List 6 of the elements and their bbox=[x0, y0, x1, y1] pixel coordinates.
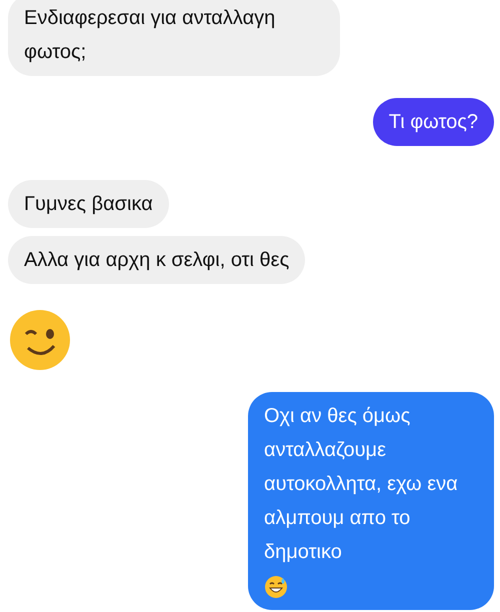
message-bubble: Αλλα για αρχη κ σελφι, οτι θες bbox=[8, 236, 306, 284]
message-bubble: Τι φωτος? bbox=[372, 98, 494, 146]
message-bubble: Ενδιαφερεσαι για ανταλλαγη φωτος; bbox=[8, 0, 340, 76]
message-bubble: Γυμνες βασικα bbox=[8, 180, 169, 228]
winking-emoji-icon bbox=[8, 308, 72, 372]
message-bubble: Οχι αν θες όμως ανταλλαζουμε αυτοκολλητα, εχω ενα αλμπουμ απο το δημοτικο bbox=[248, 392, 494, 610]
